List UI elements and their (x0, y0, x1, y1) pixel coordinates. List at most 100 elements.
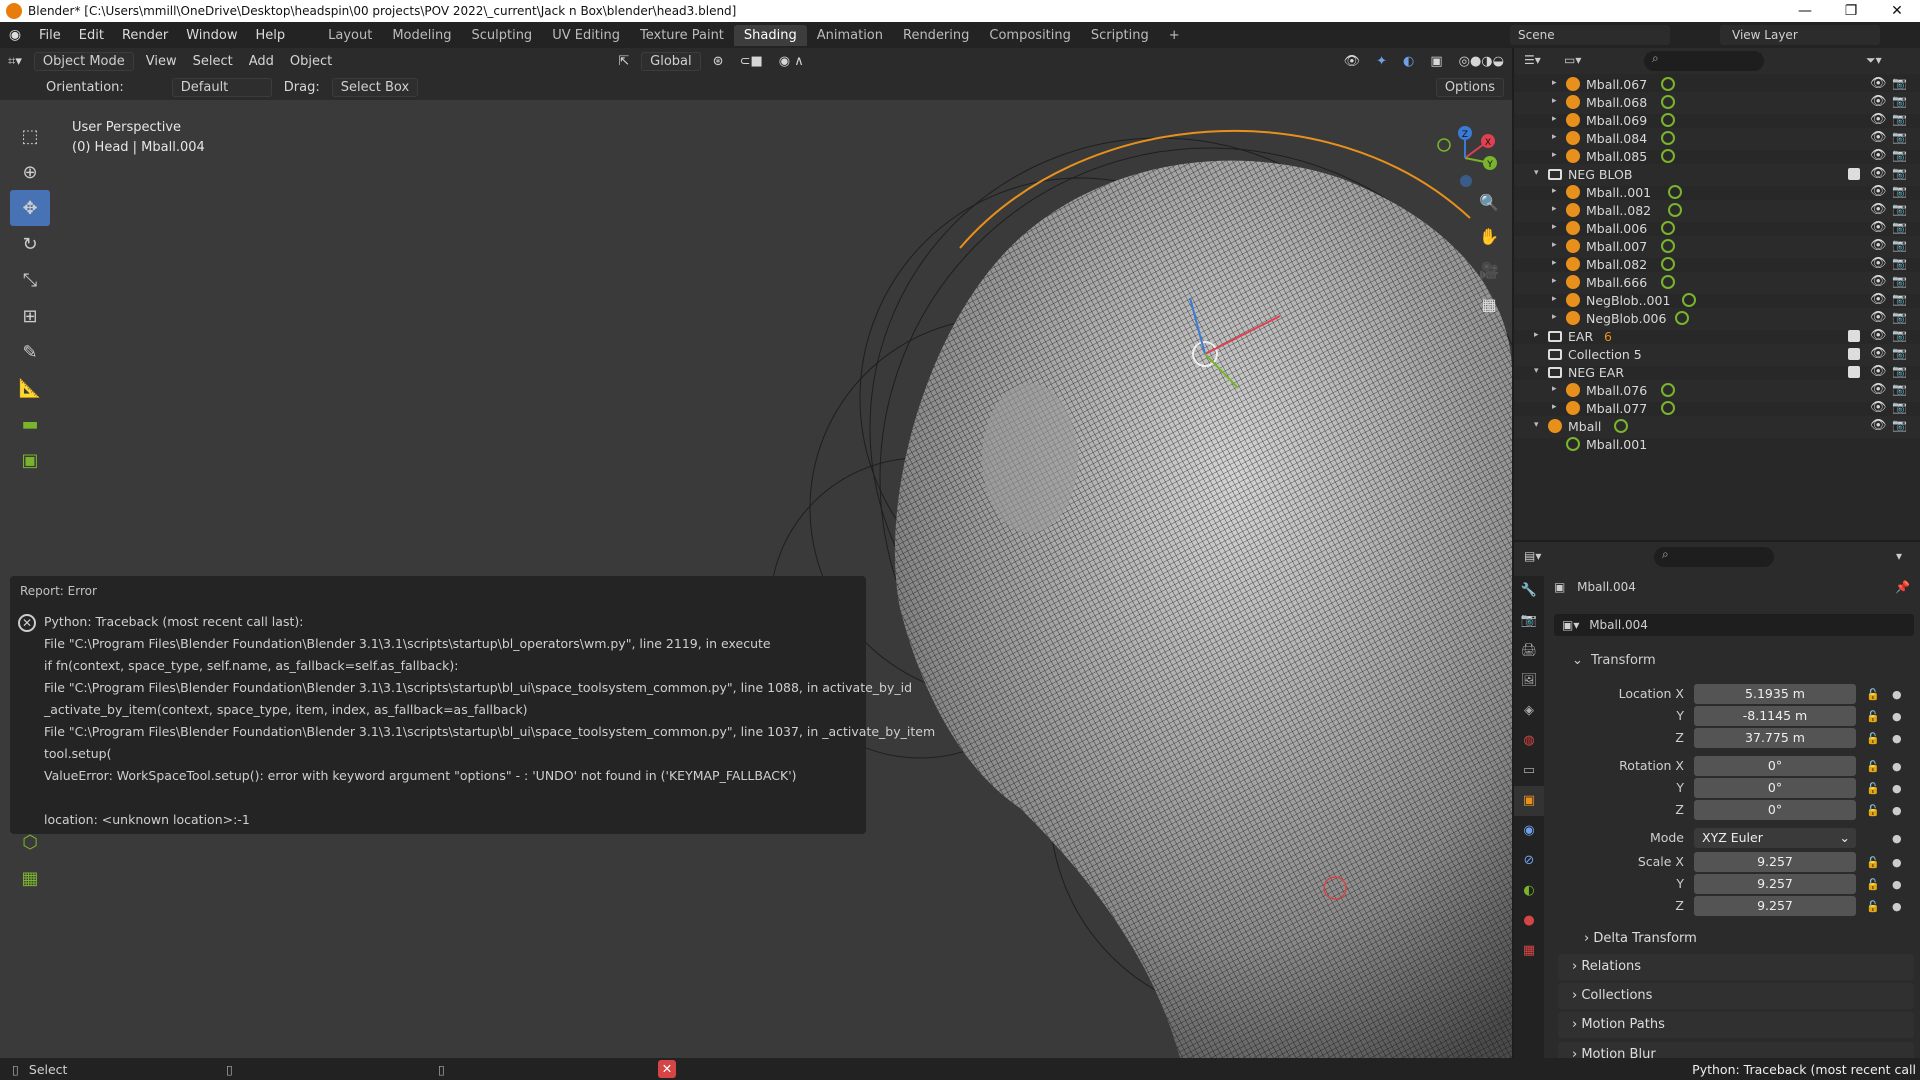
expand-closed-icon[interactable]: ▸ (1552, 240, 1557, 250)
3d-viewport[interactable]: ⌗▾ Object Mode View Select Add Object ⇱ … (0, 48, 1512, 1058)
tab-animation[interactable]: Animation (807, 25, 893, 46)
expand-closed-icon[interactable]: ▸ (1552, 258, 1557, 268)
menu-file[interactable]: File (30, 28, 70, 43)
delta-transform-section[interactable]: › Delta Transform (1570, 926, 1914, 952)
render-camera-icon[interactable]: 📷 (1892, 418, 1907, 432)
menu-view[interactable]: View (138, 54, 185, 69)
menu-help[interactable]: Help (247, 28, 295, 43)
tab-modeling[interactable]: Modeling (382, 25, 461, 46)
move-tool-icon[interactable]: ✥ (10, 190, 50, 226)
material-tab-icon[interactable]: ● (1514, 906, 1544, 936)
zoom-icon[interactable]: 🔍 (1474, 188, 1504, 218)
navigation-gizmo[interactable]: X Y Z (1430, 123, 1500, 193)
world-tab-icon[interactable]: ◍ (1514, 726, 1544, 756)
xray-icon[interactable]: ▣ (1422, 54, 1450, 69)
rotation-z-field[interactable]: 0° (1694, 800, 1856, 820)
render-tab-icon[interactable]: 📷 (1514, 606, 1544, 636)
expand-closed-icon[interactable]: ▸ (1552, 204, 1557, 214)
visibility-eye-icon[interactable]: 👁 (1870, 382, 1887, 397)
relations-section[interactable]: › Relations (1558, 954, 1914, 980)
expand-closed-icon[interactable]: ▸ (1552, 150, 1557, 160)
visibility-eye-icon[interactable]: 👁 (1870, 112, 1887, 127)
keyframe-dot-icon[interactable]: ● (1892, 832, 1902, 845)
render-camera-icon[interactable]: 📷 (1892, 292, 1907, 306)
scale-z-field[interactable]: 9.257 (1694, 896, 1856, 916)
expand-closed-icon[interactable]: ▸ (1552, 96, 1557, 106)
render-camera-icon[interactable]: 📷 (1892, 94, 1907, 108)
scene-tab-icon[interactable]: ◈ (1514, 696, 1544, 726)
pivot-icon[interactable]: ⊛ (705, 54, 732, 69)
keyframe-dot-icon[interactable]: ● (1892, 900, 1902, 913)
expand-open-icon[interactable]: ▾ (1534, 168, 1539, 178)
render-camera-icon[interactable]: 📷 (1892, 184, 1907, 198)
visibility-eye-icon[interactable]: 👁 (1870, 346, 1887, 361)
display-mode-icon[interactable]: ▭▾ (1564, 53, 1581, 67)
gizmo-toggle-icon[interactable]: ✦ (1368, 54, 1395, 69)
transform-tool-icon[interactable]: ⊞ (10, 298, 50, 334)
select-box-tool-icon[interactable]: ⬚ (10, 118, 50, 154)
scale-x-field[interactable]: 9.257 (1694, 852, 1856, 872)
menu-object[interactable]: Object (282, 54, 340, 69)
menu-edit[interactable]: Edit (70, 28, 113, 43)
add-cube-tool-icon[interactable]: ▣ (10, 442, 50, 478)
data-tab-icon[interactable]: ◐ (1514, 876, 1544, 906)
shading-modes-icon[interactable]: ◎●◑◒ (1451, 54, 1512, 69)
render-camera-icon[interactable]: 📷 (1892, 148, 1907, 162)
rotation-y-field[interactable]: 0° (1694, 778, 1856, 798)
expand-closed-icon[interactable]: ▸ (1552, 276, 1557, 286)
cursor-tool-icon[interactable]: ⊕ (10, 154, 50, 190)
add-grid-tool-icon[interactable]: ▦ (10, 860, 50, 896)
exclude-checkbox[interactable] (1848, 348, 1860, 360)
scale-y-field[interactable]: 9.257 (1694, 874, 1856, 894)
tab-uv-editing[interactable]: UV Editing (542, 25, 630, 46)
visibility-eye-icon[interactable]: 👁 (1870, 184, 1887, 199)
render-camera-icon[interactable]: 📷 (1892, 256, 1907, 270)
expand-closed-icon[interactable]: ▸ (1552, 78, 1557, 88)
expand-closed-icon[interactable]: ▸ (1552, 402, 1557, 412)
add-workspace-button[interactable]: + (1159, 25, 1190, 46)
visibility-eye-icon[interactable]: 👁 (1870, 310, 1887, 325)
error-status-icon[interactable]: ✕ (658, 1060, 676, 1078)
lock-icon[interactable]: 🔓 (1866, 878, 1880, 891)
maximize-button[interactable]: ❐ (1828, 0, 1874, 22)
view-layer-selector[interactable]: View Layer (1720, 25, 1880, 45)
motion-paths-section[interactable]: › Motion Paths (1558, 1012, 1914, 1038)
location-x-field[interactable]: 5.1935 m (1694, 684, 1856, 704)
physics-tab-icon[interactable]: ◉ (1514, 816, 1544, 846)
exclude-checkbox[interactable] (1848, 330, 1860, 342)
proportional-edit-icon[interactable]: ◉ ∧ (771, 54, 812, 69)
menu-render[interactable]: Render (113, 28, 177, 43)
object-tab-icon[interactable]: ▣ (1514, 786, 1544, 816)
exclude-checkbox[interactable] (1848, 168, 1860, 180)
measure-tool-icon[interactable]: 📐 (10, 370, 50, 406)
transform-panel-header[interactable]: ⌄ Transform (1558, 650, 1914, 672)
status-message[interactable]: Python: Traceback (most recent call (1692, 1062, 1916, 1077)
properties-options-icon[interactable]: ▾ (1896, 549, 1902, 563)
lock-icon[interactable]: 🔓 (1866, 760, 1880, 773)
editor-type-icon[interactable]: ⌗▾ (0, 54, 30, 69)
visibility-eye-icon[interactable]: 👁 (1870, 418, 1887, 433)
pin-icon[interactable]: 📌 (1895, 580, 1910, 594)
texture-tab-icon[interactable]: ▦ (1514, 936, 1544, 966)
render-camera-icon[interactable]: 📷 (1892, 238, 1907, 252)
render-camera-icon[interactable]: 📷 (1892, 76, 1907, 90)
rotation-mode-dropdown[interactable]: XYZ Euler ⌄ (1694, 828, 1856, 848)
render-camera-icon[interactable]: 📷 (1892, 310, 1907, 324)
render-camera-icon[interactable]: 📷 (1892, 166, 1907, 180)
keyframe-dot-icon[interactable]: ● (1892, 782, 1902, 795)
lock-icon[interactable]: 🔓 (1866, 804, 1880, 817)
render-camera-icon[interactable]: 📷 (1892, 328, 1907, 342)
outliner-row[interactable]: Mball.001 (1514, 434, 1920, 456)
expand-closed-icon[interactable]: ▸ (1552, 222, 1557, 232)
rotate-tool-icon[interactable]: ↻ (10, 226, 50, 262)
visibility-eye-icon[interactable]: 👁 (1870, 148, 1887, 163)
expand-open-icon[interactable]: ▾ (1534, 366, 1539, 376)
minimize-button[interactable]: — (1782, 0, 1828, 22)
tab-rendering[interactable]: Rendering (893, 25, 979, 46)
lock-icon[interactable]: 🔓 (1866, 688, 1880, 701)
pan-hand-icon[interactable]: ✋ (1474, 222, 1504, 252)
orientation-dropdown[interactable]: Default (171, 77, 272, 97)
properties-editor-icon[interactable]: ▤▾ (1524, 549, 1541, 563)
tab-texture-paint[interactable]: Texture Paint (630, 25, 734, 46)
visibility-eye-icon[interactable]: 👁 (1870, 94, 1887, 109)
